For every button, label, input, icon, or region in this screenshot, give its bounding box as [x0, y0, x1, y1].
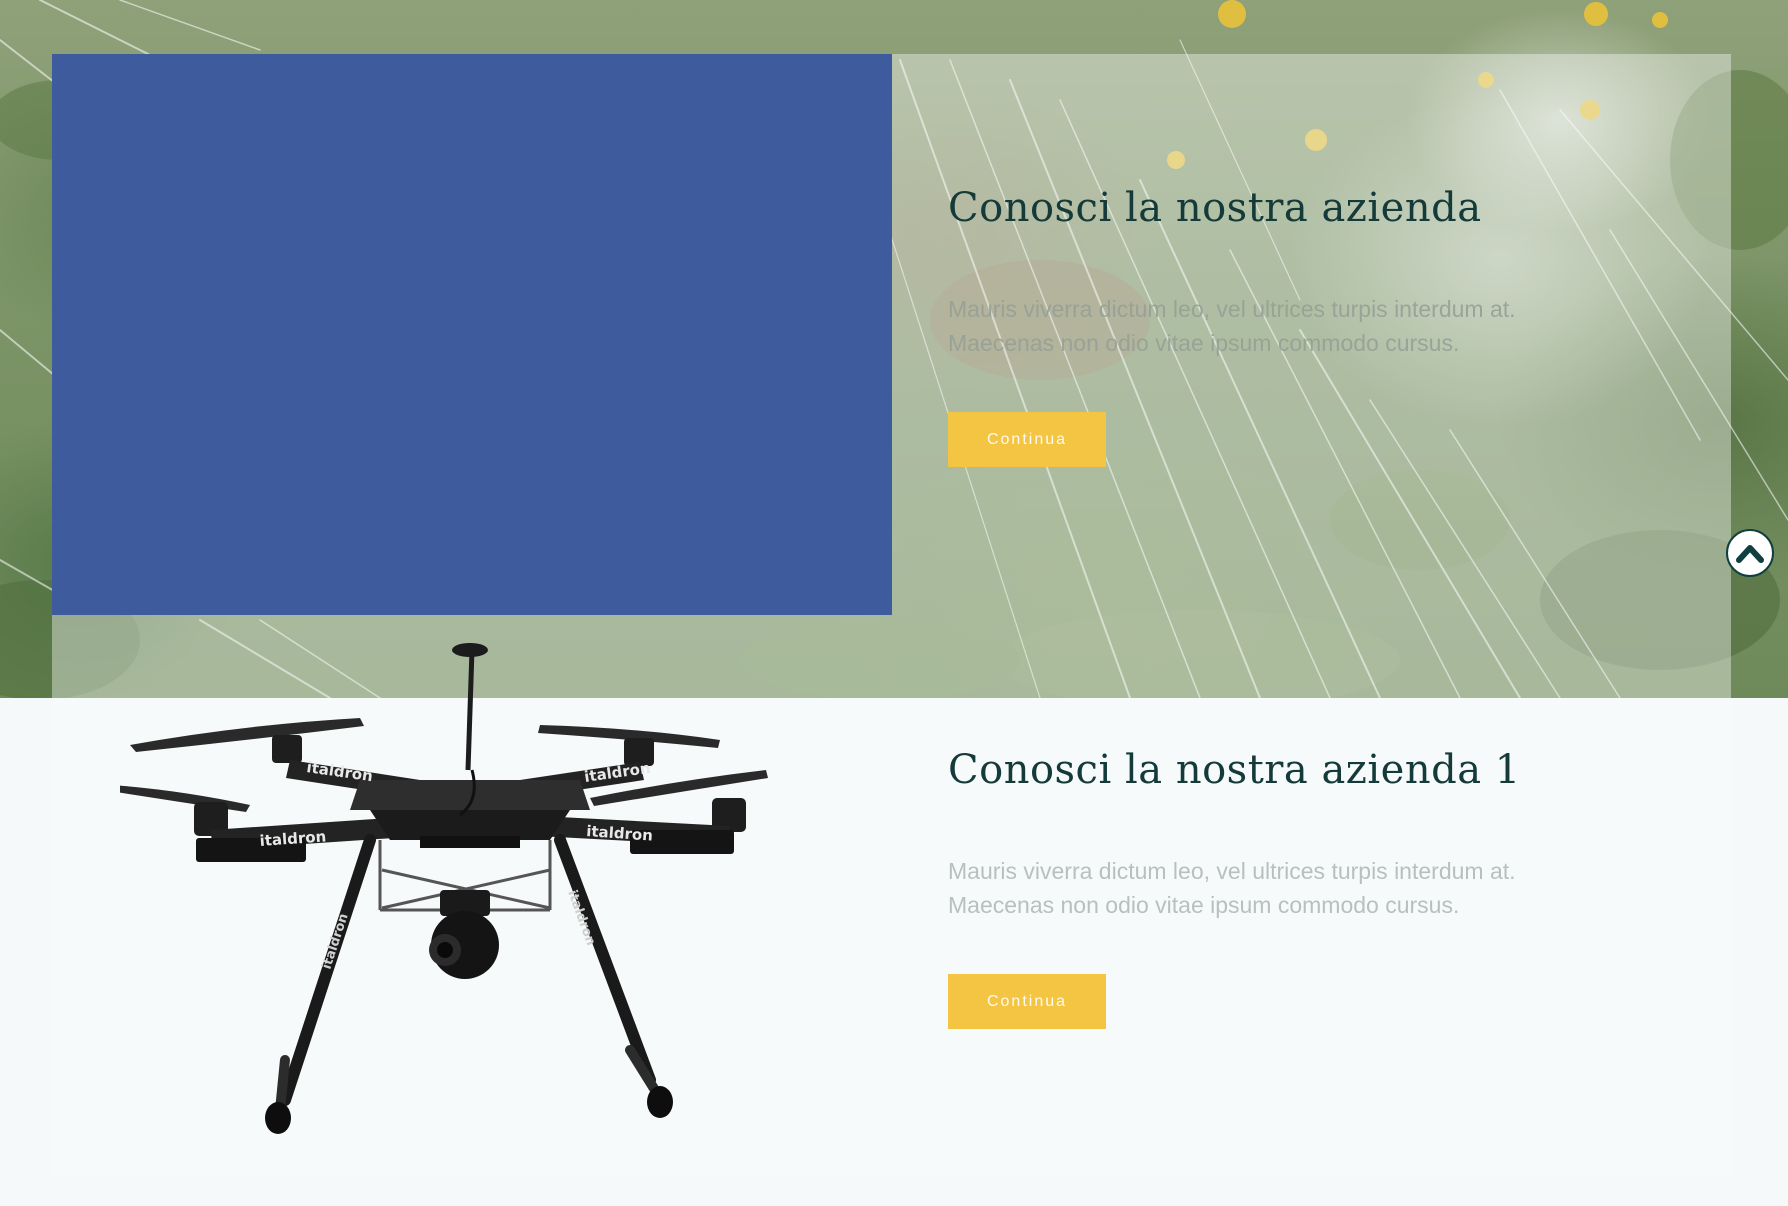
continue-button[interactable]: Continua	[948, 412, 1106, 467]
description-line-2: Maecenas non odio vitae ipsum commodo cu…	[948, 330, 1460, 356]
page: Conosci la nostra azienda Mauris viverra…	[0, 0, 1788, 1206]
continue-button[interactable]: Continua	[948, 974, 1106, 1029]
description-line-1: Mauris viverra dictum leo, vel ultrices …	[948, 858, 1516, 884]
drone-brand-label-rear-left: italdron	[259, 827, 327, 850]
drone-image: italdron italdron italdron italdron ital…	[112, 640, 840, 1160]
section-heading: Conosci la nostra azienda	[948, 185, 1482, 231]
drone-brand-label-leg-left: italdron	[320, 912, 352, 972]
drone-brand-label-rear-right: italdron	[586, 822, 654, 845]
scroll-to-top-button[interactable]	[1726, 529, 1774, 577]
drone-illustration: italdron italdron italdron italdron ital…	[112, 643, 768, 1134]
description-line-2: Maecenas non odio vitae ipsum commodo cu…	[948, 892, 1460, 918]
section-heading: Conosci la nostra azienda 1	[948, 747, 1521, 793]
about-section-1: Conosci la nostra azienda Mauris viverra…	[948, 178, 1668, 467]
chevron-up-icon	[1736, 545, 1764, 563]
blue-media-panel	[52, 54, 892, 615]
section-description: Mauris viverra dictum leo, vel ultrices …	[948, 854, 1648, 922]
section-description: Mauris viverra dictum leo, vel ultrices …	[948, 292, 1648, 360]
about-section-2: Conosci la nostra azienda 1 Mauris viver…	[948, 740, 1668, 1029]
description-line-1: Mauris viverra dictum leo, vel ultrices …	[948, 296, 1516, 322]
